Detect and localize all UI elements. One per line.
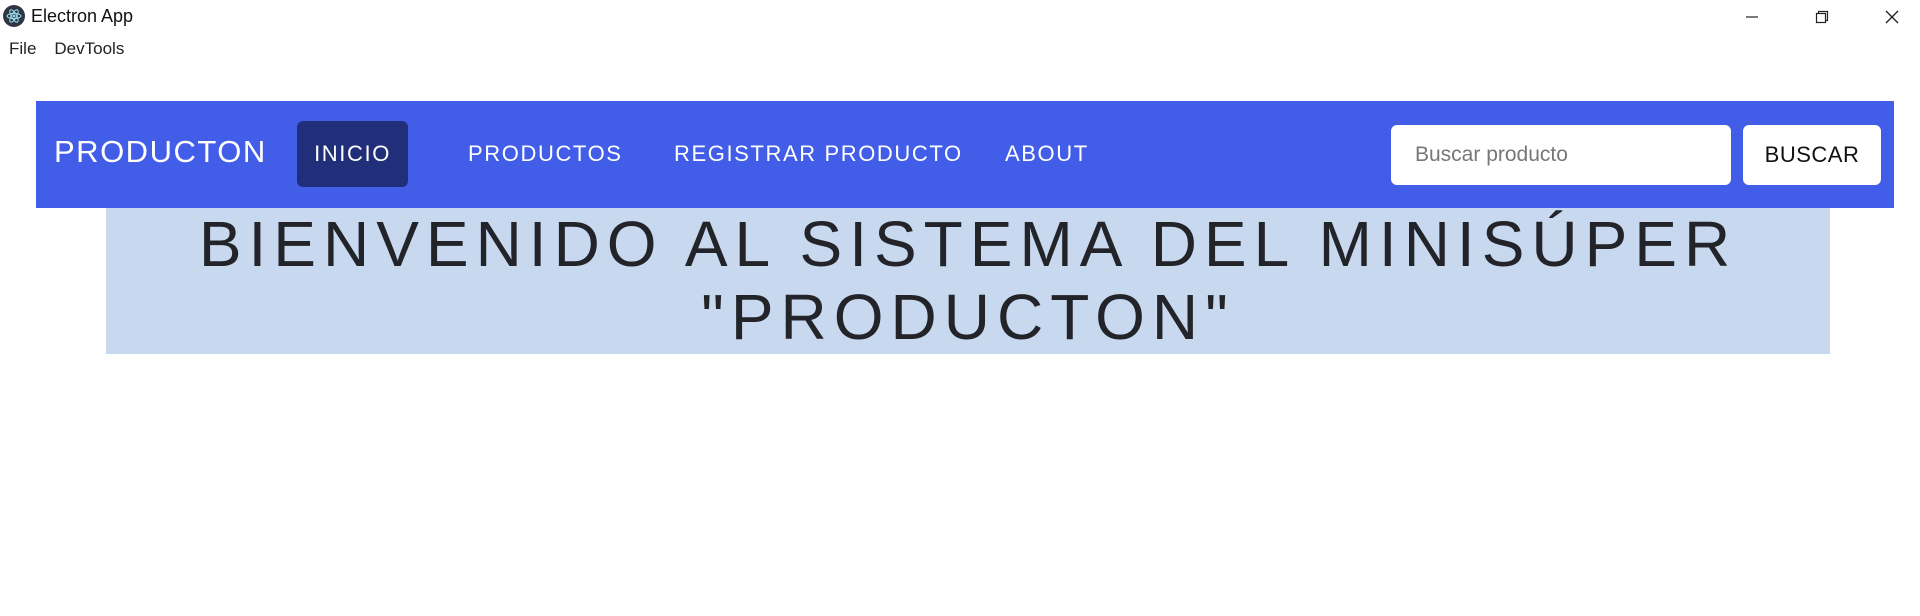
search-input[interactable] [1391,125,1731,185]
navbar: PRODUCTON INICIO PRODUCTOS REGISTRAR PRO… [36,101,1894,208]
search-button[interactable]: BUSCAR [1743,125,1881,185]
minimize-button[interactable] [1722,0,1782,34]
maximize-button[interactable] [1792,0,1852,34]
welcome-banner: BIENVENIDO AL SISTEMA DEL MINISÚPER "PRO… [106,208,1830,354]
menu-devtools[interactable]: DevTools [45,39,133,59]
title-bar: Electron App [0,0,1920,34]
nav-link-registrar-producto[interactable]: REGISTRAR PRODUCTO [656,121,981,187]
brand-logo[interactable]: PRODUCTON [54,134,267,170]
nav-link-inicio[interactable]: INICIO [297,121,408,187]
nav-link-productos[interactable]: PRODUCTOS [450,121,641,187]
minimize-icon [1746,16,1758,18]
welcome-heading-line-1: BIENVENIDO AL SISTEMA DEL MINISÚPER [198,208,1738,280]
nav-link-about[interactable]: ABOUT [987,121,1107,187]
electron-icon [3,5,25,27]
window-title: Electron App [31,6,134,26]
close-icon [1885,10,1899,24]
menu-file[interactable]: File [0,39,45,59]
maximize-icon [1815,10,1829,24]
menu-bar: File DevTools [0,36,133,62]
welcome-heading-line-2: "PRODUCTON" [701,281,1235,353]
close-button[interactable] [1862,0,1920,34]
